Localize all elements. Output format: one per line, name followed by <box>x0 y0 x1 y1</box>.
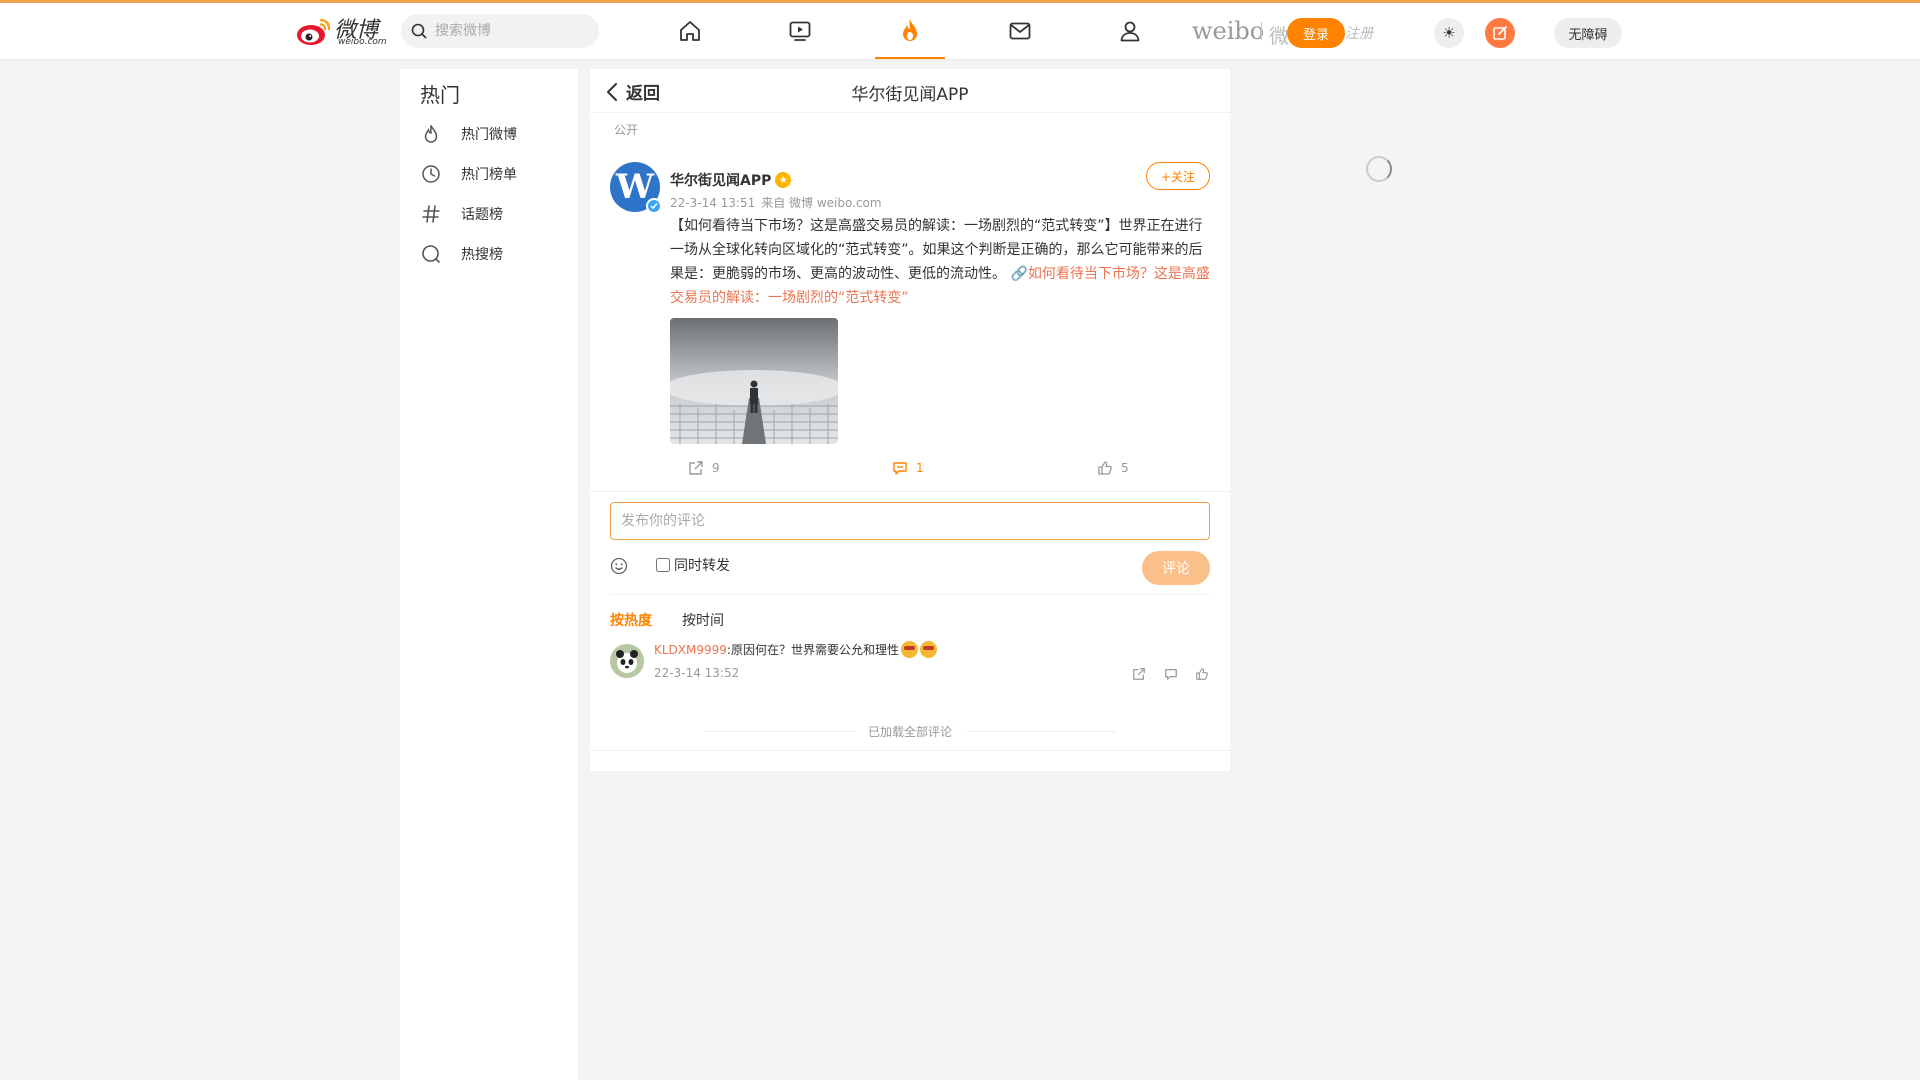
commenter-name[interactable]: KLDXM9999 <box>654 643 727 657</box>
post-meta: 22-3-14 13:51 来自 微博 weibo.com <box>670 194 882 211</box>
sidebar-item-label: 热搜榜 <box>461 247 503 263</box>
search-bar[interactable] <box>401 14 599 48</box>
search-icon <box>411 23 427 39</box>
man-facing-maze-illustration <box>670 318 838 444</box>
divider <box>590 491 1230 492</box>
comment-content: KLDXM9999 :原因何在？世界需要公允和理性 <box>654 641 937 658</box>
comment-icon <box>1165 669 1177 680</box>
comment-icon <box>893 462 907 475</box>
brand-separator <box>1261 22 1262 40</box>
weibo-eye-icon <box>297 18 331 45</box>
commenter-avatar[interactable] <box>610 644 644 678</box>
post-image[interactable] <box>670 318 838 444</box>
follow-button[interactable]: +关注 <box>1146 162 1210 190</box>
clock-icon <box>420 163 442 185</box>
nav-profile[interactable] <box>1095 3 1165 59</box>
submit-comment-button[interactable]: 评论 <box>1142 551 1210 585</box>
comment-repost-button[interactable] <box>1132 666 1146 685</box>
nav-home[interactable] <box>655 3 725 59</box>
repost-also-toggle[interactable] <box>656 558 670 572</box>
share-icon <box>1133 668 1145 680</box>
nav-hot[interactable] <box>875 3 945 59</box>
thumbs-up-icon <box>1196 668 1208 680</box>
user-icon <box>1120 21 1140 42</box>
compose-button[interactable] <box>1485 18 1515 48</box>
hashtag-icon <box>420 203 442 225</box>
brand-wordmark-en: weibo <box>1192 17 1265 45</box>
repost-button[interactable]: 9 <box>688 460 720 476</box>
weibo-logo[interactable]: 微博 weibo.com <box>296 13 390 49</box>
nav-messages[interactable] <box>985 3 1055 59</box>
divider <box>590 750 1230 751</box>
sidebar-item-label: 热门榜单 <box>461 167 517 183</box>
comment-reply-button[interactable] <box>1164 666 1178 685</box>
comment-button[interactable]: 1 <box>892 460 924 476</box>
divider <box>610 594 1210 595</box>
sidebar-item-label: 话题榜 <box>461 207 503 223</box>
author-name[interactable]: 华尔街见闻APP ★ <box>670 170 792 190</box>
login-button[interactable]: 登录 <box>1287 18 1345 48</box>
smiley-icon <box>610 557 628 575</box>
post-body: 【如何看待当下市场？这是高盛交易员的解读：一场剧烈的“范式转变”】世界正在进行一… <box>670 214 1210 310</box>
repost-count: 9 <box>712 461 720 475</box>
comment-count: 1 <box>916 461 924 475</box>
loading-spinner-icon <box>1366 156 1392 182</box>
laughing-emoji-icon <box>900 641 918 658</box>
comment-like-button[interactable] <box>1195 666 1209 685</box>
all-comments-loaded-notice: 已加载全部评论 <box>590 723 1230 740</box>
accessibility-button[interactable]: 无障碍 <box>1554 18 1622 48</box>
comment-composer[interactable] <box>610 502 1210 540</box>
visibility-tag: 公开 <box>614 123 639 137</box>
sort-by-time-tab[interactable]: 按时间 <box>682 610 724 630</box>
member-badge-icon: ★ <box>775 172 792 188</box>
sidebar-item-label: 热门微博 <box>461 127 517 143</box>
laughing-emoji-icon <box>919 641 937 658</box>
theme-toggle-button[interactable]: ☀ <box>1434 18 1464 48</box>
fire-icon <box>903 19 917 41</box>
nav-video[interactable] <box>765 3 835 59</box>
sidebar-title: 热门 <box>420 83 460 107</box>
sort-by-hot-tab[interactable]: 按热度 <box>610 610 652 630</box>
home-icon <box>680 21 700 41</box>
sidebar-item-hot-list[interactable]: 热门榜单 <box>420 154 570 194</box>
panda-avatar-image <box>610 644 644 678</box>
verified-badge-icon <box>646 198 662 214</box>
emoji-button[interactable] <box>610 557 628 579</box>
sidebar-item-hot-search[interactable]: 热搜榜 <box>420 234 570 274</box>
sidebar-item-hot-weibo[interactable]: 热门微博 <box>420 114 570 154</box>
mail-icon <box>1009 22 1031 40</box>
loaded-all-text: 已加载全部评论 <box>867 725 952 739</box>
detail-header: 返回 华尔街见闻APP <box>590 69 1230 113</box>
left-sidebar: 热门 热门微博 热门榜单 话题榜 热搜榜 <box>400 69 578 1080</box>
comment-text: :原因何在？世界需要公允和理性 <box>726 643 899 657</box>
fire-outline-icon <box>420 123 442 145</box>
author-name-text: 华尔街见闻APP <box>670 173 772 189</box>
thumbs-up-icon <box>1098 461 1112 475</box>
compose-icon <box>1493 26 1507 40</box>
search-input[interactable] <box>435 23 585 39</box>
post-time[interactable]: 22-3-14 13:51 <box>670 196 755 210</box>
comment-time: 22-3-14 13:52 <box>654 666 740 680</box>
sidebar-item-topics[interactable]: 话题榜 <box>420 194 570 234</box>
like-button[interactable]: 5 <box>1097 460 1129 476</box>
comment-input[interactable] <box>621 513 1199 529</box>
repost-also-checkbox[interactable]: 同时转发 <box>656 555 730 575</box>
share-icon <box>689 461 703 475</box>
top-header: 微博 weibo.com 搜索微博 weibo 登录 注册 ☀ 无障碍 <box>0 3 1920 59</box>
logo-subtext: weibo.com <box>338 37 387 47</box>
register-link[interactable]: 注册 <box>1345 23 1373 43</box>
video-icon <box>789 21 811 41</box>
repost-also-label: 同时转发 <box>674 558 730 574</box>
sun-icon: ☀ <box>1442 24 1456 42</box>
post-source: 来自 微博 weibo.com <box>761 196 882 210</box>
post-detail-panel: 返回 华尔街见闻APP 公开 W 华尔街见闻APP ★ 22-3-14 13:5… <box>590 69 1230 771</box>
like-count: 5 <box>1121 461 1129 475</box>
page-title: 华尔街见闻APP <box>851 85 969 105</box>
search-circle-icon <box>420 243 442 265</box>
